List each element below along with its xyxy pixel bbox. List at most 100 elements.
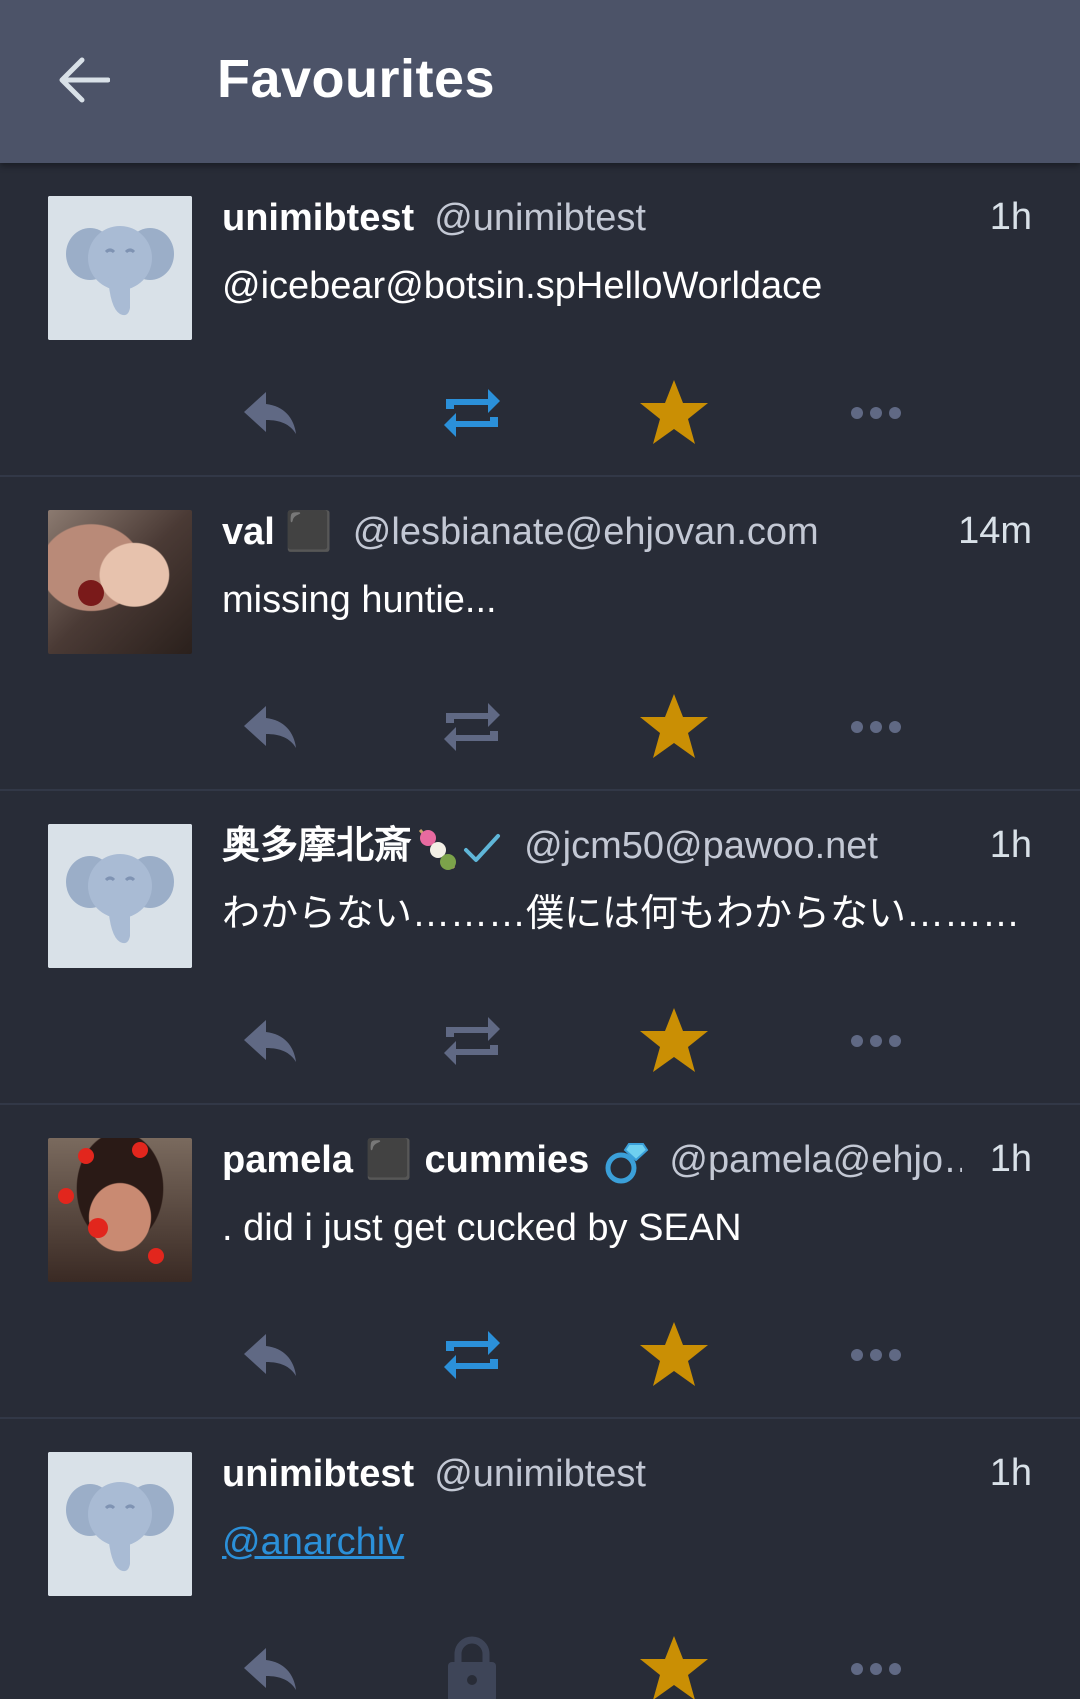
favourite-button[interactable] xyxy=(626,1619,722,1699)
reply-button[interactable] xyxy=(222,1619,318,1699)
boost-icon xyxy=(444,389,500,437)
reply-button[interactable] xyxy=(222,363,318,463)
more-button[interactable] xyxy=(828,1305,924,1405)
boost-disabled-button xyxy=(424,1619,520,1699)
status-content: missing huntie... xyxy=(222,579,497,621)
sticker-mark xyxy=(78,1148,94,1164)
elephant-avatar-icon xyxy=(48,196,192,340)
sticker-mark xyxy=(88,1218,108,1238)
status-list: unimibtest @unimibtest 1h @icebear@botsi… xyxy=(0,163,1080,1699)
status-time[interactable]: 1h xyxy=(975,817,1032,873)
ellipsis-icon xyxy=(851,1349,901,1361)
sticker-mark xyxy=(148,1248,164,1264)
unsupported-glyph: ⬛ xyxy=(365,1139,413,1181)
rose-mark xyxy=(78,580,104,606)
avatar[interactable] xyxy=(48,824,192,968)
boost-icon xyxy=(444,1017,500,1065)
favourite-button[interactable] xyxy=(626,1305,722,1405)
status-item[interactable]: unimibtest @unimibtest 1h @icebear@botsi… xyxy=(0,163,1080,477)
avatar[interactable] xyxy=(48,510,192,654)
reply-button[interactable] xyxy=(222,991,318,1091)
display-name[interactable]: unimibtest xyxy=(222,197,414,239)
account-handle[interactable]: @lesbianate@ehjovan.com xyxy=(353,511,819,553)
boost-button[interactable] xyxy=(424,677,520,777)
favourite-button[interactable] xyxy=(626,363,722,463)
status-actions xyxy=(0,1619,1080,1699)
star-icon xyxy=(640,1322,708,1386)
display-name-part[interactable]: cummies xyxy=(424,1139,589,1181)
status-content: . did i just get cucked by SEAN xyxy=(222,1207,742,1249)
mention-link[interactable]: @anarchiv xyxy=(222,1521,404,1563)
status-time[interactable]: 1h xyxy=(975,1131,1032,1187)
sticker-mark xyxy=(58,1188,74,1204)
status-header[interactable]: unimibtest @unimibtest xyxy=(222,189,962,245)
status-time[interactable]: 1h xyxy=(975,1445,1032,1501)
lock-icon xyxy=(448,1636,496,1699)
avatar[interactable] xyxy=(48,196,192,340)
status-item[interactable]: 奥多摩北斎 @jcm50@pawoo.net 1h わからない………僕には何もわ… xyxy=(0,791,1080,1105)
boost-button[interactable] xyxy=(424,1305,520,1405)
status-actions xyxy=(0,677,1080,777)
account-handle[interactable]: @unimibtest xyxy=(434,197,646,239)
boost-icon xyxy=(444,1331,500,1379)
reply-icon xyxy=(244,1020,296,1062)
more-button[interactable] xyxy=(828,363,924,463)
more-button[interactable] xyxy=(828,1619,924,1699)
status-header[interactable]: val ⬛ @lesbianate@ehjovan.com xyxy=(222,503,962,559)
status-actions xyxy=(0,363,1080,463)
status-content: @anarchiv xyxy=(222,1514,1032,1570)
star-icon xyxy=(640,1008,708,1072)
favourites-screen: Favourites unimibtest @unimibtest 1h @ic… xyxy=(0,0,1080,1699)
account-handle[interactable]: @pamela@ehjo… xyxy=(669,1139,962,1181)
star-icon xyxy=(640,380,708,444)
status-actions xyxy=(0,1305,1080,1405)
boost-button[interactable] xyxy=(424,363,520,463)
status-content: わからない………僕には何もわからない……… xyxy=(222,893,1021,935)
account-handle[interactable]: @jcm50@pawoo.net xyxy=(524,825,878,867)
reply-icon xyxy=(244,1648,296,1690)
display-name[interactable]: 奥多摩北斎 xyxy=(222,825,412,867)
boost-button[interactable] xyxy=(424,991,520,1091)
status-header[interactable]: pamela ⬛ cummies @pamela@ehjo… xyxy=(222,1131,962,1187)
display-name[interactable]: unimibtest xyxy=(222,1453,414,1495)
reply-button[interactable] xyxy=(222,677,318,777)
status-header[interactable]: 奥多摩北斎 @jcm50@pawoo.net xyxy=(222,817,962,873)
avatar[interactable] xyxy=(48,1138,192,1282)
status-time[interactable]: 1h xyxy=(975,189,1032,245)
more-button[interactable] xyxy=(828,677,924,777)
account-handle[interactable]: @unimibtest xyxy=(434,1453,646,1495)
elephant-avatar-icon xyxy=(48,1452,192,1596)
page-title: Favourites xyxy=(217,49,496,109)
reply-icon xyxy=(244,706,296,748)
ellipsis-icon xyxy=(851,1663,901,1675)
boost-icon xyxy=(444,703,500,751)
reply-button[interactable] xyxy=(222,1305,318,1405)
more-button[interactable] xyxy=(828,991,924,1091)
reply-icon xyxy=(244,1334,296,1376)
status-content: @icebear@botsin.spHelloWorldace xyxy=(222,265,823,307)
ellipsis-icon xyxy=(851,721,901,733)
status-item[interactable]: val ⬛ @lesbianate@ehjovan.com 14m missin… xyxy=(0,477,1080,791)
status-item[interactable]: pamela ⬛ cummies @pamela@ehjo… 1h . did … xyxy=(0,1105,1080,1419)
app-bar: Favourites xyxy=(0,0,1080,163)
status-header[interactable]: unimibtest @unimibtest xyxy=(222,1445,962,1501)
status-item[interactable]: unimibtest @unimibtest 1h @anarchiv xyxy=(0,1419,1080,1699)
star-icon xyxy=(640,694,708,758)
display-name[interactable]: val ⬛ xyxy=(222,511,333,553)
back-button[interactable] xyxy=(48,44,120,116)
display-name-part[interactable]: pamela xyxy=(222,1139,353,1181)
favourite-button[interactable] xyxy=(626,677,722,777)
ring-emoji xyxy=(605,1142,649,1183)
status-actions xyxy=(0,991,1080,1091)
reply-icon xyxy=(244,392,296,434)
sticker-mark xyxy=(132,1142,148,1158)
favourite-button[interactable] xyxy=(626,991,722,1091)
verified-check-icon xyxy=(464,833,501,862)
dango-emoji xyxy=(418,828,457,870)
ellipsis-icon xyxy=(851,407,901,419)
status-time[interactable]: 14m xyxy=(944,503,1032,559)
avatar[interactable] xyxy=(48,1452,192,1596)
arrow-left-icon xyxy=(59,57,110,103)
star-icon xyxy=(640,1636,708,1699)
elephant-avatar-icon xyxy=(48,824,192,968)
